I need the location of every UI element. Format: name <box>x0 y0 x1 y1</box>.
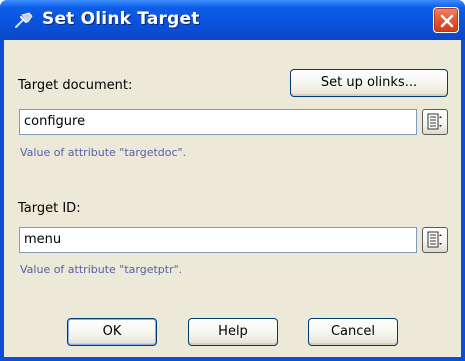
dialog-window: Set Olink Target Target document: Set up… <box>0 0 465 361</box>
ok-button[interactable]: OK <box>67 318 157 346</box>
target-id-label: Target ID: <box>18 201 81 216</box>
target-id-picker-button[interactable] <box>422 227 448 253</box>
help-button[interactable]: Help <box>188 318 278 346</box>
target-id-hint: Value of attribute "targetptr". <box>20 263 183 276</box>
target-document-label: Target document: <box>18 78 133 93</box>
target-id-field[interactable]: menu <box>19 227 417 253</box>
title-bar[interactable]: Set Olink Target <box>0 0 465 40</box>
target-document-field[interactable]: configure <box>19 109 417 135</box>
pin-icon <box>14 11 34 29</box>
cancel-button[interactable]: Cancel <box>308 318 398 346</box>
dialog-title: Set Olink Target <box>42 9 200 29</box>
close-button[interactable] <box>433 7 459 33</box>
target-document-hint: Value of attribute "targetdoc". <box>20 146 187 159</box>
target-document-picker-button[interactable] <box>422 109 448 135</box>
set-up-olinks-button[interactable]: Set up olinks... <box>290 69 448 97</box>
dialog-body: Target document: Set up olinks... config… <box>4 40 461 357</box>
